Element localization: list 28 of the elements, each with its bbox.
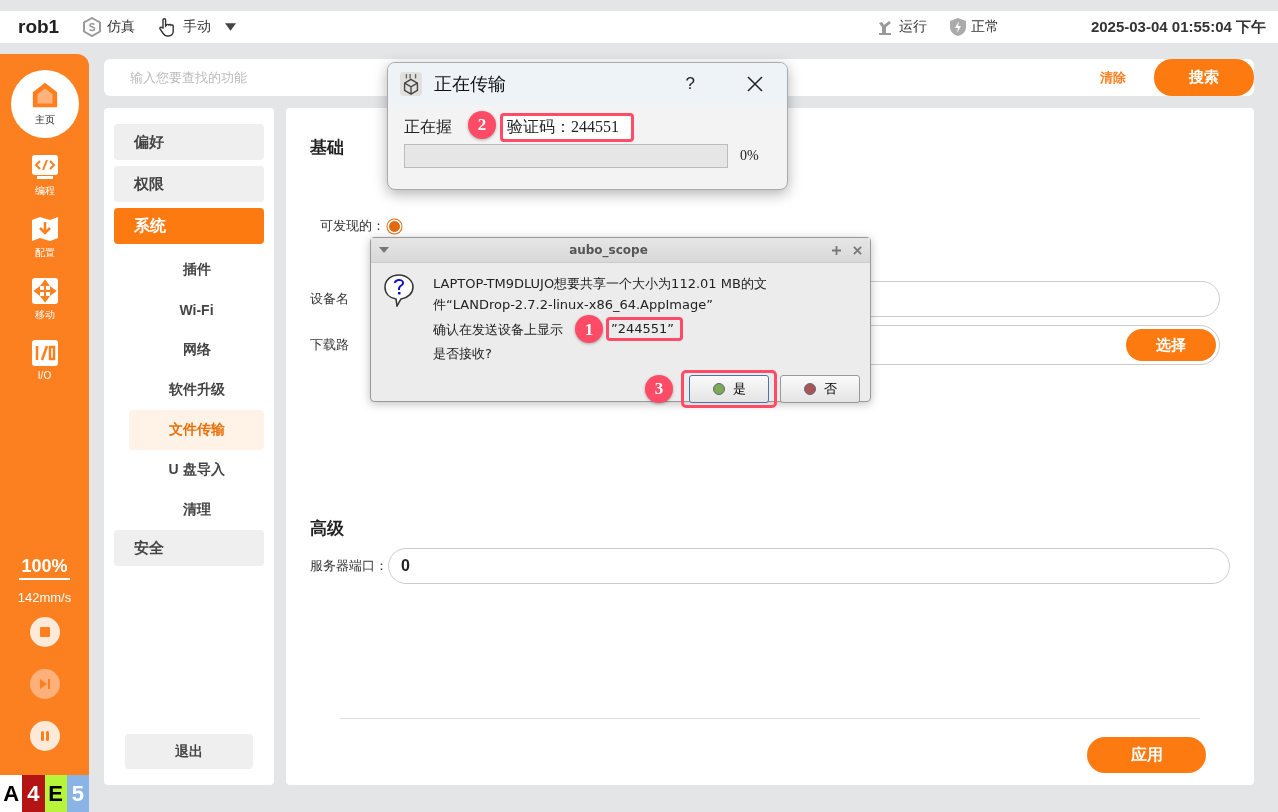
robot-name: rob1 [18,16,60,38]
status-cell: 4 [22,775,45,812]
dialog-title: 正在传输 [434,73,506,96]
progress-percent: 0% [740,148,759,164]
run-status: 运行 [898,18,927,36]
field-label: 设备名 [310,290,350,308]
dialog-title: aubo_scope [568,243,649,257]
message-text: 件“LANDrop-2.7.2-linux-x86_64.AppImage” [433,296,714,314]
field-label: 可发现的： [320,217,385,235]
field-label: 下载路 [310,336,350,354]
callout-badge: 1 [575,315,603,343]
section-title: 高级 [310,518,344,540]
date-time: 2025-03-04 01:55:04 下午 [1090,17,1266,37]
callout-badge: 2 [468,111,496,139]
verification-code: 验证码：244551 [500,113,634,142]
status-cell: A [0,775,23,812]
message-text: LAPTOP-TM9DLUJO想要共享一个大小为112.01 MB的文 [433,275,767,293]
safety-status: 正常 [970,18,999,36]
status-cell: E [44,775,67,812]
message-text: 确认在发送设备上显示 [433,320,563,339]
section-title: 基础 [310,137,344,159]
message-text: 是否接收? [433,345,493,363]
field-label: 服务器端口： [310,557,388,575]
status-text: 正在握 [404,117,452,137]
verification-code: ”244551” [606,317,684,341]
speed-value: 142mm/s [17,590,72,605]
callout-badge: 3 [645,375,673,403]
status-cell: 5 [66,775,89,812]
